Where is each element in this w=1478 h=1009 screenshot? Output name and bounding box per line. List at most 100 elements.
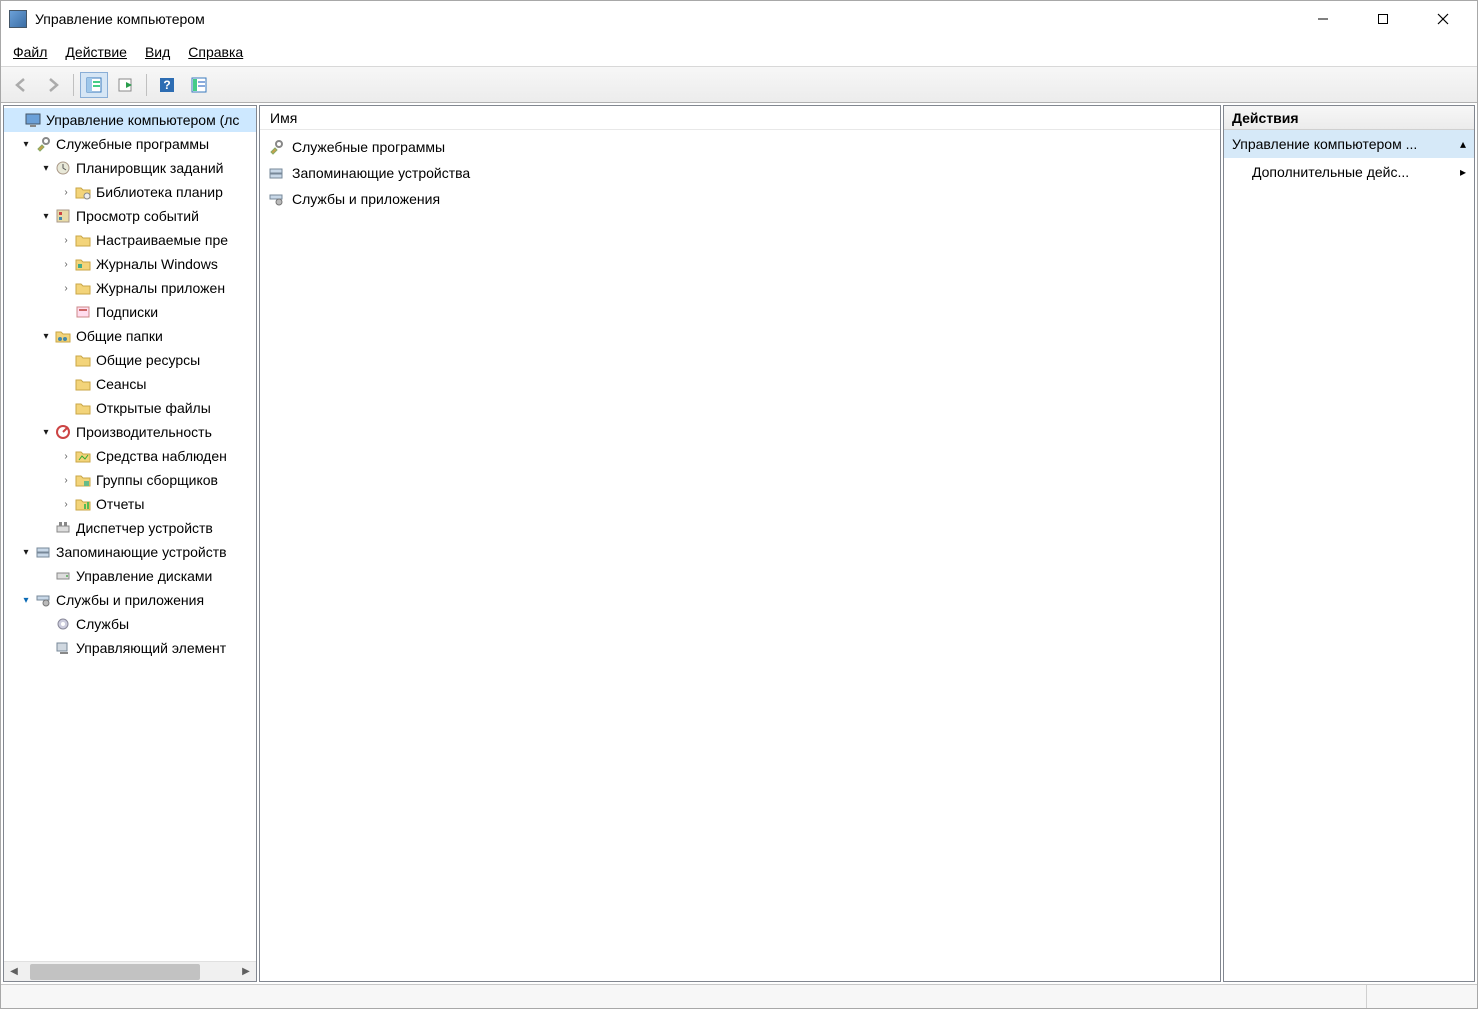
tree-hscrollbar[interactable]: ◀ ▶ xyxy=(4,961,256,981)
performance-icon xyxy=(54,423,72,441)
tree-windows-logs[interactable]: › Журналы Windows xyxy=(4,252,256,276)
list-item[interactable]: Служебные программы xyxy=(266,134,1214,160)
tree-shares[interactable]: Общие ресурсы xyxy=(4,348,256,372)
tree-label: Сеансы xyxy=(96,376,146,392)
tree-custom-views[interactable]: › Настраиваемые пре xyxy=(4,228,256,252)
help-button[interactable]: ? xyxy=(153,72,181,98)
actions-more-label: Дополнительные дейс... xyxy=(1252,164,1409,180)
tree-label: Подписки xyxy=(96,304,158,320)
tree-reports[interactable]: › Отчеты xyxy=(4,492,256,516)
tree-disk-mgmt[interactable]: Управление дисками xyxy=(4,564,256,588)
tree-task-scheduler[interactable]: ▾ Планировщик заданий xyxy=(4,156,256,180)
scroll-thumb[interactable] xyxy=(30,964,200,980)
tree-sessions[interactable]: Сеансы xyxy=(4,372,256,396)
chevron-right-icon: ▸ xyxy=(1460,165,1466,179)
list-item-label: Службы и приложения xyxy=(292,191,440,207)
storage-icon xyxy=(34,543,52,561)
properties-button[interactable] xyxy=(185,72,213,98)
folder-icon xyxy=(74,255,92,273)
event-viewer-icon xyxy=(54,207,72,225)
toolbar-separator xyxy=(146,74,147,96)
tree-label: Общие папки xyxy=(76,328,163,344)
tree-label: Открытые файлы xyxy=(96,400,211,416)
content-panel: Имя Служебные программы Запоминающие уст… xyxy=(259,105,1221,982)
tree-storage[interactable]: ▾ Запоминающие устройств xyxy=(4,540,256,564)
open-files-icon xyxy=(74,399,92,417)
window-title: Управление компьютером xyxy=(35,11,1293,27)
tree-label: Запоминающие устройств xyxy=(56,544,227,560)
actions-more[interactable]: Дополнительные дейс... ▸ xyxy=(1224,158,1474,186)
gear-icon xyxy=(54,615,72,633)
wmi-icon xyxy=(54,639,72,657)
storage-icon xyxy=(266,163,286,183)
app-window: Управление компьютером Файл Действие Вид… xyxy=(0,0,1478,1009)
device-icon xyxy=(54,519,72,537)
tree-performance[interactable]: ▾ Производительность xyxy=(4,420,256,444)
scroll-track[interactable] xyxy=(24,963,236,981)
shared-folder-icon xyxy=(54,327,72,345)
nav-back-button[interactable] xyxy=(7,72,35,98)
tree-label: Отчеты xyxy=(96,496,144,512)
tree-root[interactable]: Управление компьютером (лс xyxy=(4,108,256,132)
services-apps-icon xyxy=(34,591,52,609)
tree-services-apps[interactable]: ▾ Службы и приложения xyxy=(4,588,256,612)
toolbar: ? xyxy=(1,67,1477,103)
statusbar-divider xyxy=(1366,985,1367,1008)
tree-panel: Управление компьютером (лс ▾ Служебные п… xyxy=(3,105,257,982)
tree-label: Журналы приложен xyxy=(96,280,225,296)
clock-icon xyxy=(54,159,72,177)
show-tree-button[interactable] xyxy=(80,72,108,98)
tools-icon xyxy=(266,137,286,157)
content-list[interactable]: Служебные программы Запоминающие устройс… xyxy=(260,130,1220,216)
tree-subscriptions[interactable]: Подписки xyxy=(4,300,256,324)
actions-group-label: Управление компьютером ... xyxy=(1232,136,1417,152)
collapse-up-icon: ▴ xyxy=(1460,137,1466,151)
nav-forward-button[interactable] xyxy=(39,72,67,98)
tree-label: Управляющий элемент xyxy=(76,640,226,656)
tree-system-tools[interactable]: ▾ Служебные программы xyxy=(4,132,256,156)
tree-shared-folders[interactable]: ▾ Общие папки xyxy=(4,324,256,348)
tree-app-logs[interactable]: › Журналы приложен xyxy=(4,276,256,300)
nav-tree[interactable]: Управление компьютером (лс ▾ Служебные п… xyxy=(4,106,256,660)
share-icon xyxy=(74,351,92,369)
tree-event-viewer[interactable]: ▾ Просмотр событий xyxy=(4,204,256,228)
folder-clock-icon xyxy=(74,183,92,201)
tree-services[interactable]: Службы xyxy=(4,612,256,636)
scroll-right-button[interactable]: ▶ xyxy=(236,963,256,981)
maximize-button[interactable] xyxy=(1353,2,1413,36)
monitor-icon xyxy=(74,447,92,465)
app-icon xyxy=(9,10,27,28)
list-item-label: Служебные программы xyxy=(292,139,445,155)
disk-icon xyxy=(54,567,72,585)
toolbar-separator xyxy=(73,74,74,96)
tree-label: Библиотека планир xyxy=(96,184,223,200)
scroll-left-button[interactable]: ◀ xyxy=(4,963,24,981)
tree-wmi[interactable]: Управляющий элемент xyxy=(4,636,256,660)
menu-file[interactable]: Файл xyxy=(13,44,47,60)
tree-label: Службы xyxy=(76,616,129,632)
minimize-button[interactable] xyxy=(1293,2,1353,36)
menu-help[interactable]: Справка xyxy=(188,44,243,60)
actions-group[interactable]: Управление компьютером ... ▴ xyxy=(1224,130,1474,158)
tree-label: Журналы Windows xyxy=(96,256,218,272)
tree-open-files[interactable]: Открытые файлы xyxy=(4,396,256,420)
tree-scheduler-library[interactable]: › Библиотека планир xyxy=(4,180,256,204)
tree-label: Управление дисками xyxy=(76,568,212,584)
tree-monitoring[interactable]: › Средства наблюден xyxy=(4,444,256,468)
tree-device-manager[interactable]: Диспетчер устройств xyxy=(4,516,256,540)
tree-label: Диспетчер устройств xyxy=(76,520,213,536)
list-item[interactable]: Службы и приложения xyxy=(266,186,1214,212)
tree-label: Службы и приложения xyxy=(56,592,204,608)
tools-icon xyxy=(34,135,52,153)
menu-action[interactable]: Действие xyxy=(65,44,127,60)
menu-view[interactable]: Вид xyxy=(145,44,170,60)
column-header-name[interactable]: Имя xyxy=(260,106,1220,130)
list-item[interactable]: Запоминающие устройства xyxy=(266,160,1214,186)
titlebar: Управление компьютером xyxy=(1,1,1477,37)
menubar: Файл Действие Вид Справка xyxy=(1,37,1477,67)
session-icon xyxy=(74,375,92,393)
tree-collector-sets[interactable]: › Группы сборщиков xyxy=(4,468,256,492)
close-button[interactable] xyxy=(1413,2,1473,36)
tree-label: Общие ресурсы xyxy=(96,352,200,368)
export-button[interactable] xyxy=(112,72,140,98)
